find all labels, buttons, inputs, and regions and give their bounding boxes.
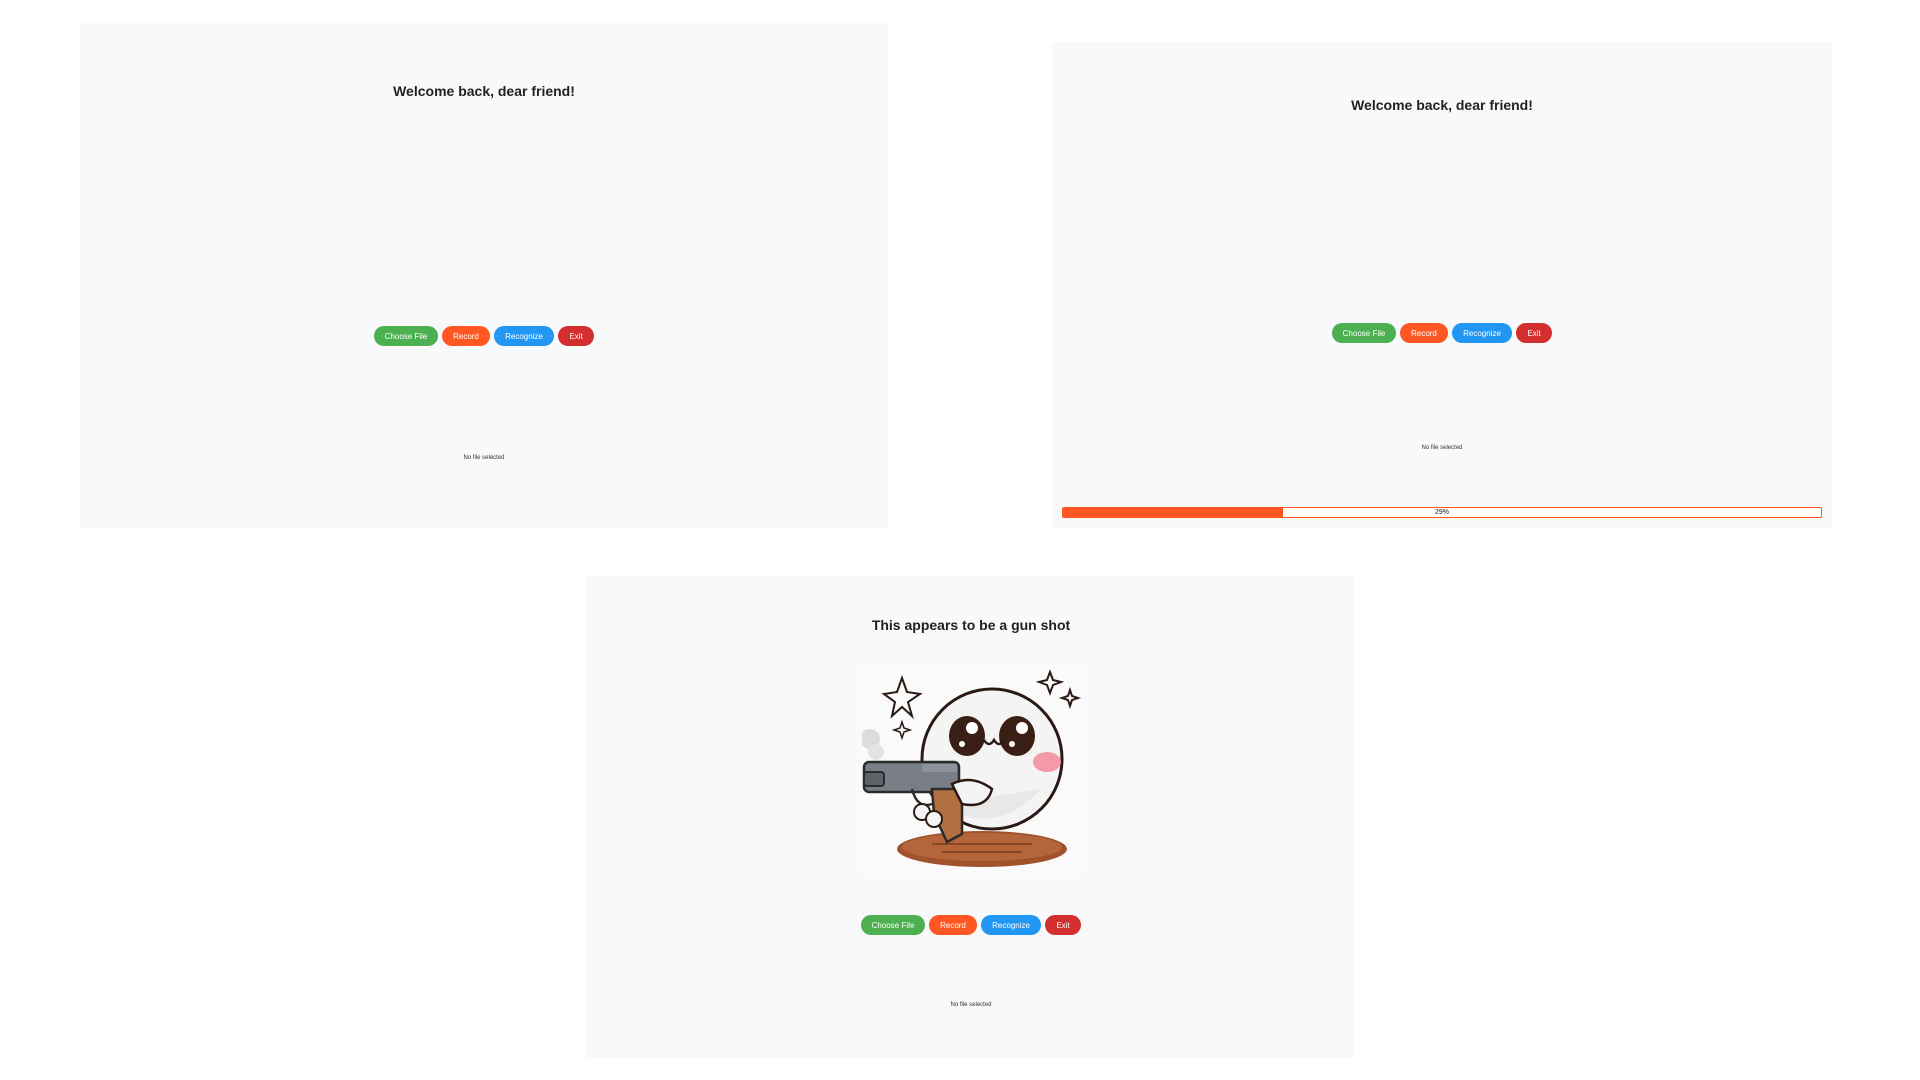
button-row: Choose File Record Recognize Exit xyxy=(80,326,888,346)
button-row: Choose File Record Recognize Exit xyxy=(1052,323,1832,343)
app-window-initial: Welcome back, dear friend! Choose File R… xyxy=(80,23,888,528)
recognize-button[interactable]: Recognize xyxy=(494,326,554,346)
button-row: Choose File Record Recognize Exit xyxy=(587,915,1355,935)
choose-file-button[interactable]: Choose File xyxy=(374,326,438,346)
progress-bar: 29% xyxy=(1062,507,1822,518)
page-title: Welcome back, dear friend! xyxy=(1351,97,1533,113)
file-status: No file selected xyxy=(950,1002,992,1008)
record-button[interactable]: Record xyxy=(929,915,977,935)
recognize-button[interactable]: Recognize xyxy=(981,915,1041,935)
result-title: This appears to be a gun shot xyxy=(871,617,1071,633)
cute-character-with-pistol-icon xyxy=(860,664,1082,874)
page-title: Welcome back, dear friend! xyxy=(393,83,575,99)
app-window-result: This appears to be a gun shot Choose Fil… xyxy=(587,576,1355,1058)
exit-button[interactable]: Exit xyxy=(558,326,594,346)
choose-file-button[interactable]: Choose File xyxy=(861,915,925,935)
app-window-recording: Welcome back, dear friend! Choose File R… xyxy=(1052,42,1832,528)
record-button[interactable]: Record xyxy=(442,326,490,346)
choose-file-button[interactable]: Choose File xyxy=(1332,323,1396,343)
exit-button[interactable]: Exit xyxy=(1516,323,1552,343)
exit-button[interactable]: Exit xyxy=(1045,915,1081,935)
record-button[interactable]: Record xyxy=(1400,323,1448,343)
file-status: No file selected xyxy=(1421,445,1463,451)
progress-label: 29% xyxy=(1434,509,1449,516)
file-status: No file selected xyxy=(463,455,505,461)
recognize-button[interactable]: Recognize xyxy=(1452,323,1512,343)
